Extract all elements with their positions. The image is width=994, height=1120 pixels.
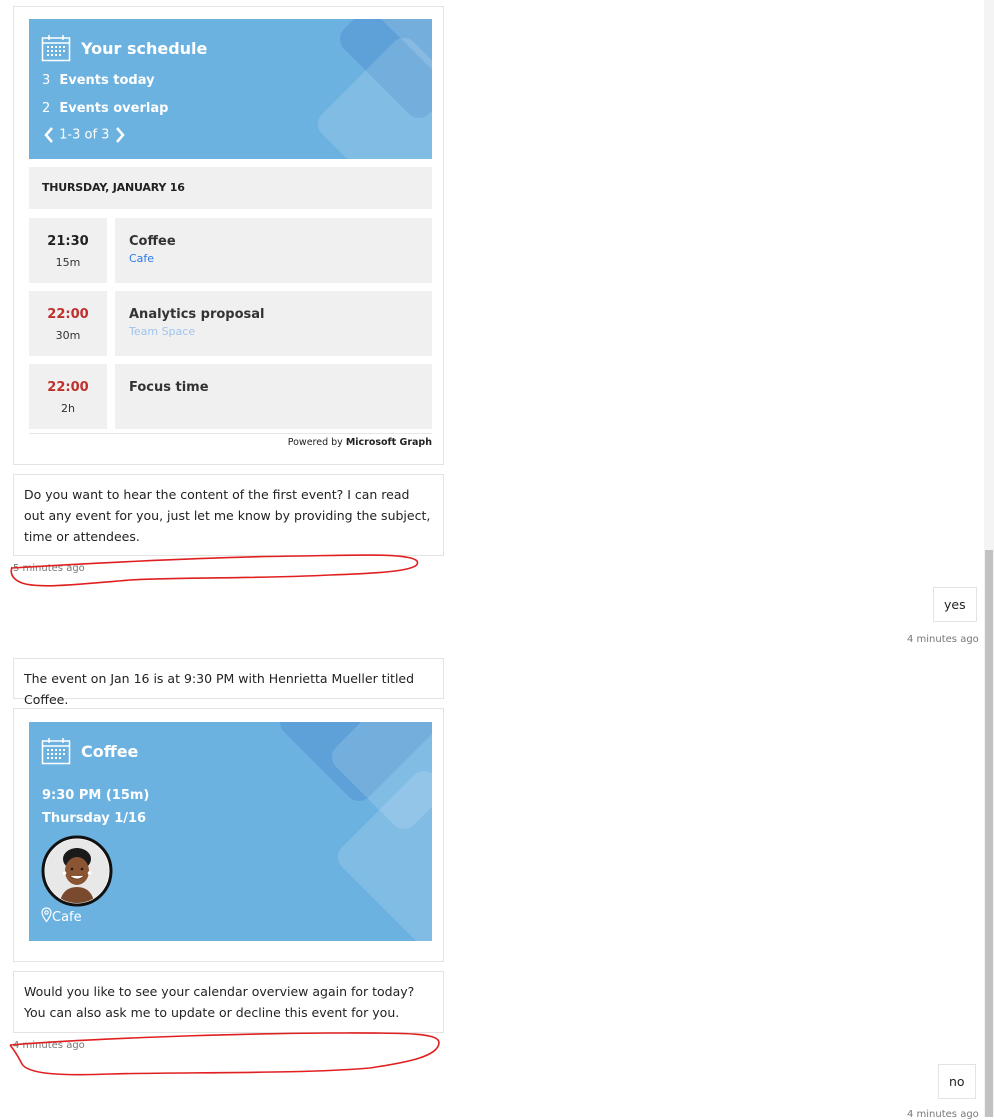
schedule-title: Your schedule [81, 39, 208, 58]
event-location: Team Space [129, 325, 196, 338]
event-subject: Coffee [129, 234, 176, 249]
schedule-banner: Your schedule 3 Events today 2 Events ov… [29, 19, 432, 159]
event-date: Thursday 1/16 [42, 811, 147, 826]
avatar [41, 835, 113, 907]
location-pin-icon [41, 907, 52, 923]
event-time: 22:00 [47, 307, 89, 322]
calendar-icon [41, 35, 71, 62]
calendar-icon [41, 738, 71, 765]
message-timestamp: 4 minutes ago [907, 1109, 979, 1120]
powered-by: Powered by Microsoft Graph [287, 437, 432, 448]
chevron-left-icon[interactable] [43, 126, 55, 144]
event-duration: 2h [61, 402, 75, 415]
event-2-time[interactable]: 22:00 30m [29, 291, 107, 356]
event-duration: 30m [55, 329, 81, 342]
bot-message: Would you like to see your calendar over… [13, 971, 444, 1033]
event-1-time[interactable]: 21:30 15m [29, 218, 107, 283]
event-1-details[interactable]: Coffee Cafe [115, 218, 432, 283]
event-location[interactable]: Cafe [41, 907, 82, 925]
event-time: 9:30 PM (15m) [42, 788, 150, 803]
event-2-details[interactable]: Analytics proposal Team Space [115, 291, 432, 356]
annotation-ellipse [10, 554, 419, 587]
date-header: THURSDAY, JANUARY 16 [29, 167, 432, 209]
event-subject: Focus time [129, 380, 209, 395]
powered-by-divider [29, 433, 432, 434]
event-title: Coffee [81, 742, 139, 761]
event-card: Coffee 9:30 PM (15m) Thursday 1/16 Cafe [13, 708, 444, 962]
bot-message: Do you want to hear the content of the f… [13, 474, 444, 556]
event-location: Cafe [129, 252, 155, 265]
event-subject: Analytics proposal [129, 307, 265, 322]
event-3-time[interactable]: 22:00 2h [29, 364, 107, 429]
events-overlap: 2 Events overlap [42, 101, 169, 116]
event-3-details[interactable]: Focus time [115, 364, 432, 429]
scrollbar-thumb[interactable] [985, 550, 993, 1117]
annotation-ellipse [9, 1032, 440, 1076]
message-timestamp: 4 minutes ago [907, 634, 979, 645]
user-message: no [938, 1064, 976, 1099]
event-banner: Coffee 9:30 PM (15m) Thursday 1/16 Cafe [29, 722, 432, 941]
bot-message: The event on Jan 16 is at 9:30 PM with H… [13, 658, 444, 707]
location-label: Cafe [52, 910, 82, 925]
events-today: 3 Events today [42, 73, 155, 88]
event-duration: 15m [55, 256, 81, 269]
pager: 1-3 of 3 [43, 126, 126, 146]
pager-label: 1-3 of 3 [59, 127, 110, 143]
chevron-right-icon[interactable] [114, 126, 126, 144]
event-time: 21:30 [47, 234, 89, 249]
schedule-card: Your schedule 3 Events today 2 Events ov… [13, 6, 444, 465]
event-time: 22:00 [47, 380, 89, 395]
user-message: yes [933, 587, 977, 622]
